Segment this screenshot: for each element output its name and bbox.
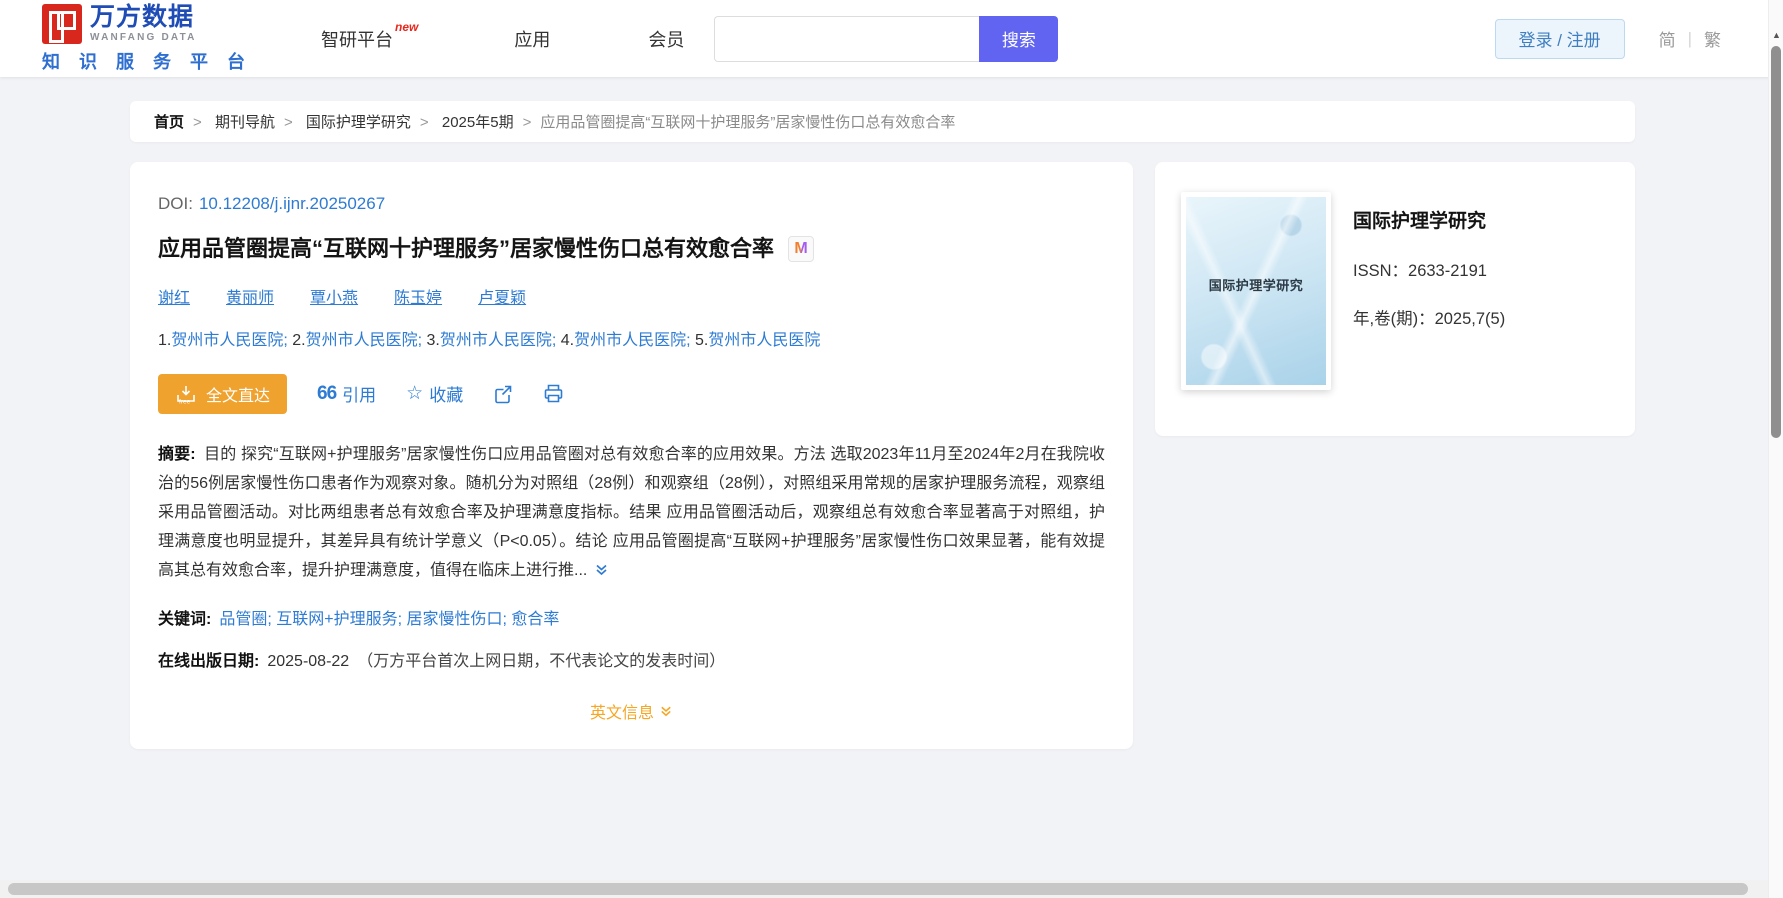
abstract-text: 目的 探究“互联网+护理服务”居家慢性伤口应用品管圈对总有效愈合率的应用效果。方… (158, 445, 1105, 579)
affiliation-link[interactable]: 贺州市人民医院 (440, 332, 552, 349)
abstract-label: 摘要: (158, 445, 196, 463)
journal-cover-title: 国际护理学研究 (1208, 278, 1304, 293)
language-switch: 简 | 繁 (1659, 26, 1721, 51)
main-nav: 智研平台new 应用 会员 (321, 20, 684, 52)
nav-item[interactable]: 智研平台new (321, 20, 418, 52)
issn-value: 2633-2191 (1408, 262, 1487, 280)
author-list: 谢红 黄丽师 覃小燕 陈玉婷 卢夏颖 (158, 284, 1105, 308)
breadcrumb-separator: > (419, 114, 429, 131)
affiliation-link[interactable]: 贺州市人民医院 (708, 332, 820, 349)
printer-icon (544, 384, 563, 403)
pubdate-note: （万方平台首次上网日期，不代表论文的发表时间） (357, 652, 726, 670)
horizontal-scrollbar-thumb[interactable] (8, 883, 1748, 895)
star-icon: ☆ (406, 383, 424, 405)
keyword-link[interactable]: 愈合率 (511, 611, 559, 628)
author-link[interactable]: 覃小燕 (310, 284, 358, 308)
search-bar: 搜索 (714, 15, 1059, 62)
affiliation: 4.贺州市人民医院; (560, 331, 695, 349)
breadcrumb: 首页 > 期刊导航 > 国际护理学研究 > 2025年5期 > 应用品管圈提高“互联网十… (130, 101, 1635, 142)
keyword-list: 品管圈; 互联网+护理服务; 居家慢性伤口; 愈合率 (219, 610, 560, 628)
article-title: 应用品管圈提高“互联网十护理服务”居家慢性伤口总有效愈合率 (158, 236, 775, 261)
journal-card: 国际护理学研究 国际护理学研究 ISSN：2633-2191 年,卷(期)：20… (1155, 162, 1635, 436)
breadcrumb-link[interactable]: 首页 (154, 114, 184, 131)
scroll-up-arrow-icon[interactable]: ▲ (1769, 30, 1783, 40)
horizontal-scrollbar[interactable] (0, 880, 1768, 898)
breadcrumb-separator: > (283, 114, 293, 131)
share-icon (495, 385, 512, 403)
keywords-label: 关键词: (158, 610, 212, 628)
lang-traditional[interactable]: 繁 (1704, 26, 1721, 51)
author-link[interactable]: 陈玉婷 (394, 284, 442, 308)
affiliation: 5.贺州市人民医院; (695, 331, 821, 349)
login-register-button[interactable]: 登录 / 注册 (1494, 18, 1625, 59)
pubdate-value: 2025-08-22 (267, 652, 350, 670)
breadcrumb-link[interactable]: 2025年5期 (442, 114, 514, 131)
quote-icon: 66 (317, 382, 337, 404)
brand-name-en: WANFANG DATA (90, 31, 197, 43)
journal-name[interactable]: 国际护理学研究 (1353, 206, 1505, 233)
vertical-scrollbar-thumb[interactable] (1771, 46, 1781, 438)
breadcrumb-current: 应用品管圈提高“互联网十护理服务”居家慢性伤口总有效愈合率 (540, 114, 956, 131)
breadcrumb-separator: > (193, 114, 202, 131)
affiliation: 3.贺州市人民医院; (426, 331, 561, 349)
share-button[interactable] (493, 384, 513, 404)
search-input[interactable] (714, 15, 980, 62)
lang-simplified[interactable]: 简 (1659, 26, 1676, 51)
affiliation-list: 1.贺州市人民医院; 2.贺州市人民医院; 3.贺州市人民医院; 4.贺州市人民… (158, 326, 1105, 350)
affiliation-link[interactable]: 贺州市人民医院 (306, 332, 418, 349)
cite-button[interactable]: 66 引用 (317, 381, 376, 406)
english-info-toggle[interactable]: 英文信息 (590, 699, 673, 723)
breadcrumb-link[interactable]: 国际护理学研究 (306, 114, 411, 131)
keyword-link[interactable]: 互联网+护理服务 (276, 611, 397, 628)
wanfang-logo-icon (42, 3, 82, 44)
chevron-double-down-icon (661, 706, 671, 716)
fulltext-button[interactable]: free 全文直达 (158, 373, 288, 414)
header: 万方数据 WANFANG DATA 知 识 服 务 平 台 智研平台new 应用… (0, 0, 1783, 77)
nav-item[interactable]: 应用 (514, 26, 550, 52)
svg-text:free: free (179, 398, 191, 405)
volume-label: 年,卷(期)： (1353, 310, 1435, 328)
print-button[interactable] (543, 383, 564, 404)
search-button[interactable]: 搜索 (979, 15, 1059, 62)
download-free-icon: free (177, 385, 195, 405)
abstract: 摘要: 目的 探究“互联网+护理服务”居家慢性伤口应用品管圈对总有效愈合率的应用… (158, 440, 1105, 587)
volume-value: 2025,7(5) (1434, 310, 1506, 328)
affiliation: 2.贺州市人民医院; (292, 331, 427, 349)
wanfang-logo[interactable]: 万方数据 WANFANG DATA 知 识 服 务 平 台 (42, 2, 257, 74)
breadcrumb-separator: > (522, 114, 532, 131)
doi-link[interactable]: 10.12208/j.ijnr.20250267 (199, 194, 385, 213)
issn-label: ISSN： (1353, 262, 1409, 280)
brand-tagline: 知 识 服 务 平 台 (42, 51, 253, 72)
pubdate-label: 在线出版日期: (158, 652, 260, 670)
keyword-link[interactable]: 品管圈 (219, 611, 267, 628)
affiliation-link[interactable]: 贺州市人民医院 (574, 332, 686, 349)
affiliation-link[interactable]: 贺州市人民医院 (171, 332, 283, 349)
article-card: DOI: 10.12208/j.ijnr.20250267 应用品管圈提高“互联网… (130, 162, 1133, 749)
brand-name: 万方数据 (90, 2, 195, 31)
expand-abstract-icon[interactable] (594, 558, 609, 587)
vertical-scrollbar[interactable]: ▲ (1768, 0, 1783, 898)
medical-badge-icon: M (788, 235, 815, 262)
journal-cover[interactable]: 国际护理学研究 (1181, 192, 1331, 390)
doi-label: DOI: (158, 194, 193, 213)
new-badge: new (395, 19, 419, 34)
author-link[interactable]: 卢夏颖 (478, 284, 526, 308)
lang-divider: | (1687, 28, 1692, 48)
author-link[interactable]: 谢红 (158, 284, 190, 308)
keyword-link[interactable]: 居家慢性伤口 (407, 611, 503, 628)
favorite-button[interactable]: ☆ 收藏 (406, 381, 463, 406)
affiliation: 1.贺州市人民医院; (158, 331, 293, 349)
breadcrumb-link[interactable]: 期刊导航 (215, 114, 275, 131)
nav-item[interactable]: 会员 (648, 26, 684, 52)
author-link[interactable]: 黄丽师 (226, 284, 274, 308)
